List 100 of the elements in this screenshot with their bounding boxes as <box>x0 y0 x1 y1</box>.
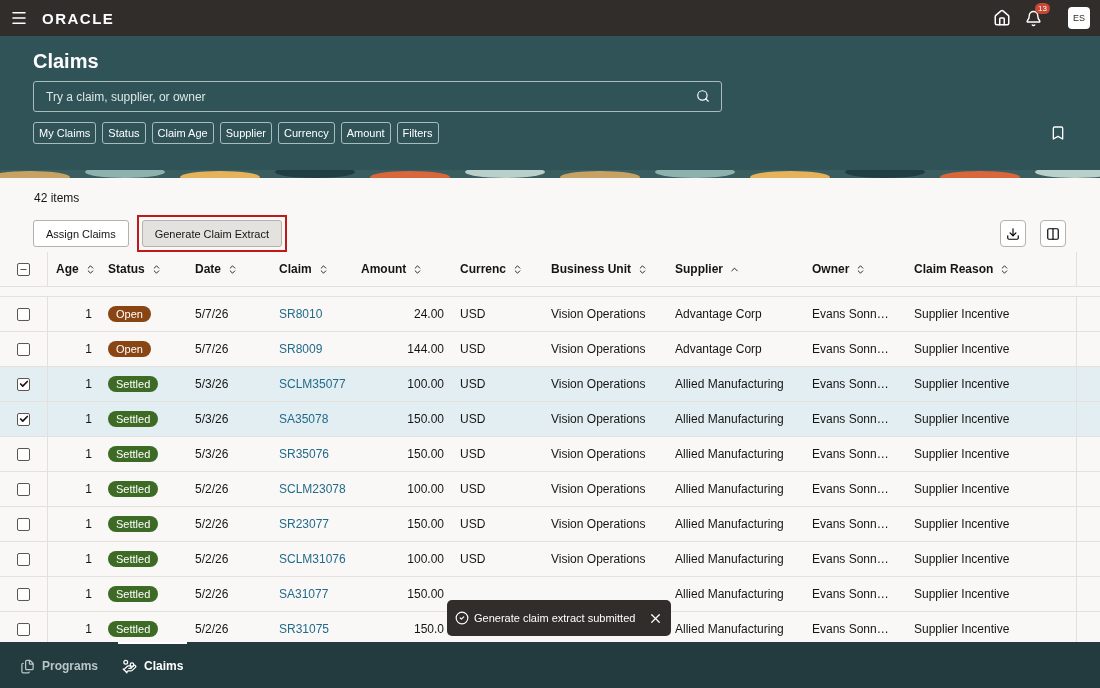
table-cell: Supplier Incentive <box>914 447 1010 461</box>
table-cell: Allied Manufacturing <box>675 552 784 566</box>
claim-link[interactable]: SCLM35077 <box>279 377 346 391</box>
table-cell: Evans Sonn… <box>812 412 889 426</box>
claim-link[interactable]: SCLM23078 <box>279 482 346 496</box>
table-cell: 5/3/26 <box>195 412 229 426</box>
row-checkbox[interactable] <box>17 482 30 496</box>
logo: ORACLE <box>42 9 115 27</box>
table-cell: Advantage Corp <box>675 342 762 356</box>
column-header[interactable]: Business Unit <box>551 262 631 276</box>
table-row[interactable]: 1 Settled 5/2/26 SCLM23078 100.00 USD Vision Operations Allied Manufacturing Evans Sonn… Supplier Incentive <box>0 471 1100 506</box>
row-checkbox[interactable] <box>17 342 30 356</box>
claim-link[interactable]: SR23077 <box>279 517 330 531</box>
filter-chip[interactable]: My Claims <box>33 122 97 144</box>
claim-link[interactable]: SR35076 <box>279 447 330 461</box>
sort-icon[interactable] <box>227 263 238 275</box>
row-checkbox[interactable] <box>17 587 30 601</box>
table-cell: 1 <box>85 552 92 566</box>
table-cell: 5/3/26 <box>195 447 229 461</box>
table-cell: Supplier Incentive <box>914 482 1010 496</box>
filter-chip[interactable]: Currency <box>278 122 335 144</box>
download-button[interactable] <box>1000 220 1026 247</box>
column-header[interactable]: Supplier <box>675 262 723 276</box>
nav-tab[interactable]: Programs <box>16 642 103 688</box>
success-icon <box>455 611 469 625</box>
table-cell: Supplier Incentive <box>914 342 1010 356</box>
row-checkbox[interactable] <box>17 307 30 321</box>
row-checkbox[interactable] <box>17 377 30 391</box>
table-cell: 5/2/26 <box>195 622 229 636</box>
table-cell: 1 <box>85 307 92 321</box>
table-row[interactable]: 1 Settled 5/2/26 SCLM31076 100.00 USD Vision Operations Allied Manufacturing Evans Sonn… Supplier Incentive <box>0 541 1100 576</box>
nav-tab[interactable]: Claims <box>118 642 188 688</box>
row-checkbox[interactable] <box>17 517 30 531</box>
table-cell: Supplier Incentive <box>914 307 1010 321</box>
column-header[interactable]: Owner <box>812 262 850 276</box>
table-cell: Vision Operations <box>551 447 646 461</box>
user-avatar[interactable]: ES <box>1068 7 1090 29</box>
search-field[interactable]: Try a claim, supplier, or owner <box>33 81 722 112</box>
column-header[interactable]: Status <box>108 262 145 276</box>
table-cell: 1 <box>85 342 92 356</box>
table-cell: 24.00 <box>413 307 444 321</box>
table-cell: 100.00 <box>407 552 444 566</box>
select-all-checkbox[interactable] <box>17 262 30 276</box>
table-cell: Vision Operations <box>551 342 646 356</box>
filter-chip[interactable]: Filters <box>396 122 439 144</box>
table-cell: USD <box>460 552 486 566</box>
columns-button[interactable] <box>1040 220 1066 247</box>
table-cell: Supplier Incentive <box>914 377 1010 391</box>
sort-icon[interactable] <box>512 263 523 275</box>
status-badge: Open <box>108 341 151 357</box>
claim-link[interactable]: SR31075 <box>279 622 330 636</box>
menu-icon[interactable] <box>10 9 28 27</box>
table-cell: Allied Manufacturing <box>675 377 784 391</box>
table-cell: 100.00 <box>407 377 444 391</box>
table-row[interactable]: 1 Settled 5/3/26 SA35078 150.00 USD Vision Operations Allied Manufacturing Evans Sonn… Supplier Incentive <box>0 401 1100 436</box>
table-cell: Vision Operations <box>551 307 646 321</box>
generate-button[interactable]: Generate Claim Extract <box>141 220 282 247</box>
home-icon[interactable] <box>993 9 1011 27</box>
row-checkbox[interactable] <box>17 552 30 566</box>
sort-icon[interactable] <box>637 263 648 275</box>
column-header[interactable]: Claim Reason <box>914 262 994 276</box>
assign-button[interactable]: Assign Claims <box>33 220 129 247</box>
claim-link[interactable]: SA35078 <box>279 412 329 426</box>
table-cell: 1 <box>85 377 92 391</box>
table-row[interactable]: 1 Settled 5/3/26 SCLM35077 100.00 USD Vision Operations Allied Manufacturing Evans Sonn… Supplier Incentive <box>0 366 1100 401</box>
table-cell: 5/7/26 <box>195 307 229 321</box>
table-cell: Vision Operations <box>551 552 646 566</box>
filter-chip[interactable]: Supplier <box>219 122 273 144</box>
claim-link[interactable]: SA31077 <box>279 587 329 601</box>
status-badge: Settled <box>108 411 159 427</box>
table-cell: Allied Manufacturing <box>675 482 784 496</box>
column-header[interactable]: Age <box>56 262 79 276</box>
table-cell: Supplier Incentive <box>914 622 1010 636</box>
column-header[interactable]: Date <box>195 262 221 276</box>
status-badge: Settled <box>108 446 159 462</box>
table-cell: Supplier Incentive <box>914 517 1010 531</box>
row-checkbox[interactable] <box>17 412 30 426</box>
column-header[interactable]: Currenc <box>460 262 506 276</box>
column-header[interactable]: Claim <box>279 262 312 276</box>
claim-link[interactable]: SCLM31076 <box>279 552 346 566</box>
claim-link[interactable]: SR8009 <box>279 342 323 356</box>
table-cell: 1 <box>85 412 92 426</box>
table-cell: Evans Sonn… <box>812 482 889 496</box>
filter-chip[interactable]: Claim Age <box>151 122 214 144</box>
table-row[interactable]: 1 Settled 5/3/26 SR35076 150.00 USD Vision Operations Allied Manufacturing Evans Sonn… Supplier Incentive <box>0 436 1100 471</box>
filter-chip[interactable]: Status <box>102 122 146 144</box>
table-row[interactable]: 1 Open 5/7/26 SR8010 24.00 USD Vision Operations Advantage Corp Evans Sonn… Supplier Incentive <box>0 296 1100 331</box>
row-checkbox[interactable] <box>17 622 30 636</box>
table-cell: USD <box>460 342 486 356</box>
search-icon[interactable] <box>696 89 710 103</box>
column-header[interactable]: Amount <box>361 262 407 276</box>
claim-link[interactable]: SR8010 <box>279 307 323 321</box>
table-cell: Evans Sonn… <box>812 587 889 601</box>
notification-icon[interactable] <box>1025 9 1042 27</box>
filter-chip[interactable]: Amount <box>340 122 391 144</box>
bookmark-icon[interactable] <box>1050 125 1066 141</box>
table-cell: Evans Sonn… <box>812 342 889 356</box>
table-cell: 5/2/26 <box>195 552 229 566</box>
row-checkbox[interactable] <box>17 447 30 461</box>
table-row[interactable]: 1 Settled 5/2/26 SR23077 150.00 USD Vision Operations Allied Manufacturing Evans Sonn… Supplier Incentive <box>0 506 1100 541</box>
